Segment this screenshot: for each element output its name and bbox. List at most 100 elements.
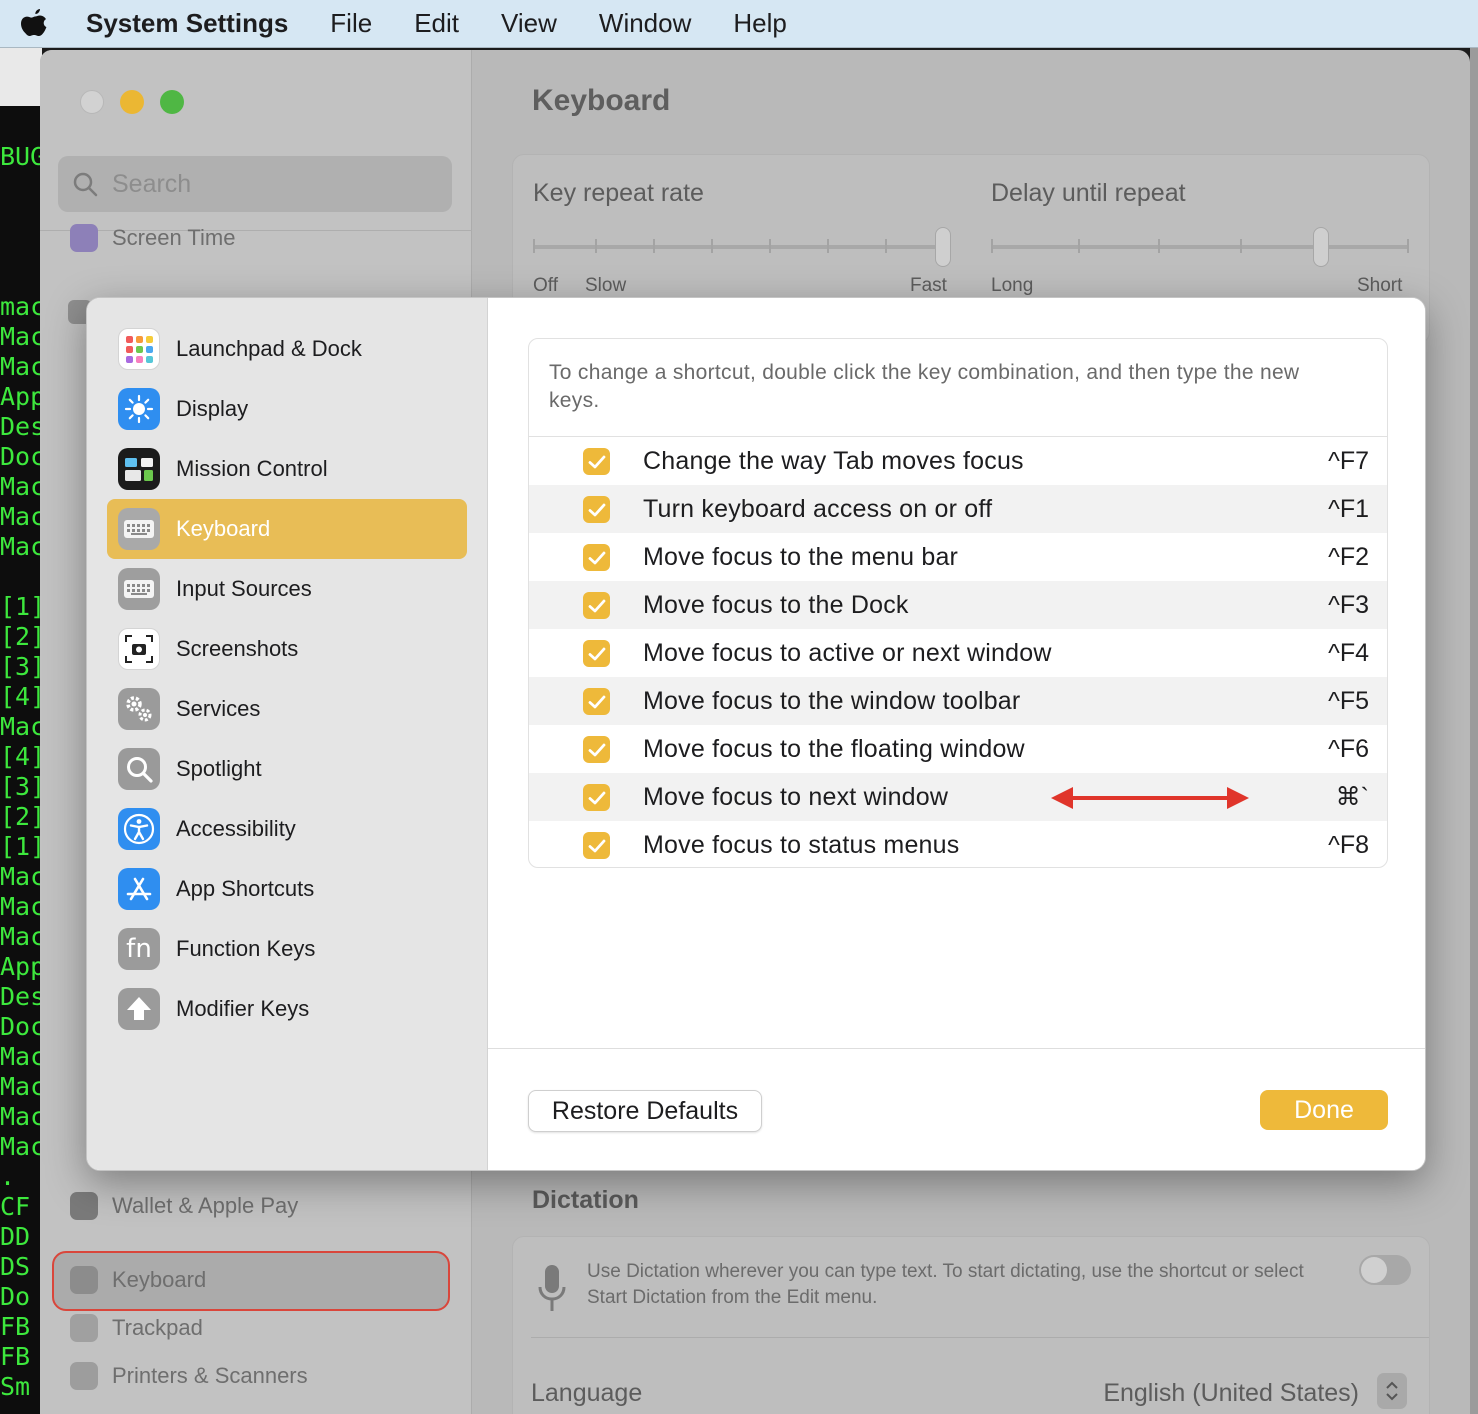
restore-defaults-button[interactable]: Restore Defaults (528, 1090, 762, 1132)
terminal-line: FB (0, 1312, 31, 1341)
terminal-line: Mac (0, 322, 42, 351)
shortcut-checkbox[interactable] (583, 784, 610, 811)
sidebar-item-keyboard[interactable]: Keyboard (70, 1266, 206, 1294)
close-button[interactable] (80, 90, 104, 114)
delay-repeat-slider-thumb[interactable] (1313, 227, 1329, 267)
shortcut-row[interactable]: Turn keyboard access on or off ^F1 (529, 485, 1387, 533)
checkmark-icon (588, 695, 605, 708)
app-shortcuts-icon (118, 868, 160, 910)
sidebar-item-label: Trackpad (112, 1315, 203, 1340)
shortcut-checkbox[interactable] (583, 496, 610, 523)
chevron-updown-icon[interactable] (1377, 1373, 1407, 1409)
checkmark-icon (588, 743, 605, 756)
shortcut-key-combination[interactable]: ^F3 (1328, 591, 1369, 620)
checkmark-icon (588, 839, 605, 852)
sidebar-item-mission-control[interactable]: Mission Control (107, 439, 467, 499)
shortcut-row[interactable]: Move focus to next window ⌘` (529, 773, 1387, 821)
shortcut-checkbox[interactable] (583, 832, 610, 859)
sidebar-item-display[interactable]: Display (107, 379, 467, 439)
key-repeat-off-label: Off (533, 275, 558, 296)
keyboard-icon (70, 1266, 98, 1294)
dictation-description: Use Dictation wherever you can type text… (587, 1261, 1304, 1308)
done-button[interactable]: Done (1260, 1090, 1388, 1130)
sidebar-item-printers[interactable]: Printers & Scanners (70, 1362, 308, 1390)
shortcut-checkbox[interactable] (583, 640, 610, 667)
sidebar-item-services[interactable]: Services (107, 679, 467, 739)
shortcut-checkbox[interactable] (583, 592, 610, 619)
delay-repeat-slider[interactable] (991, 245, 1409, 249)
shortcut-row[interactable]: Move focus to the floating window ^F6 (529, 725, 1387, 773)
shortcut-row[interactable]: Move focus to the menu bar ^F2 (529, 533, 1387, 581)
page-title: Keyboard (532, 84, 671, 117)
shortcut-key-combination[interactable]: ^F7 (1328, 447, 1369, 476)
shortcut-checkbox[interactable] (583, 448, 610, 475)
checkmark-icon (588, 647, 605, 660)
sidebar-item-label: Keyboard (112, 1267, 207, 1292)
sidebar-item-app-shortcuts[interactable]: App Shortcuts (107, 859, 467, 919)
sidebar-item-wallet[interactable]: Wallet & Apple Pay (70, 1192, 298, 1220)
shortcuts-sidebar: Launchpad & Dock Display Mission Control Ke… (87, 298, 488, 1170)
shortcut-key-combination[interactable]: ⌘` (1336, 782, 1369, 812)
sidebar-item-label: Accessibility (176, 816, 296, 841)
shortcut-key-combination[interactable]: ^F5 (1328, 687, 1369, 716)
sidebar-item-screenshots[interactable]: Screenshots (107, 619, 467, 679)
minimize-button[interactable] (120, 90, 144, 114)
shortcut-key-combination[interactable]: ^F4 (1328, 639, 1369, 668)
apple-menu-icon[interactable] (18, 7, 52, 41)
shortcut-label: Move focus to active or next window (643, 638, 1052, 667)
sidebar-item-label: Spotlight (176, 756, 262, 781)
sidebar-item-launchpad-dock[interactable]: Launchpad & Dock (107, 319, 467, 379)
hourglass-icon (70, 224, 98, 252)
language-value[interactable]: English (United States) (1103, 1379, 1359, 1408)
app-menu[interactable]: System Settings (86, 8, 288, 39)
terminal-line: Mac (0, 712, 42, 741)
shortcut-key-combination[interactable]: ^F8 (1328, 831, 1369, 860)
shortcut-key-combination[interactable]: ^F6 (1328, 735, 1369, 764)
search-placeholder: Search (112, 169, 192, 198)
key-repeat-slider-thumb[interactable] (935, 227, 951, 267)
help-menu[interactable]: Help (733, 8, 786, 39)
sidebar-item-modifier-keys[interactable]: Modifier Keys (107, 979, 467, 1039)
shortcut-checkbox[interactable] (583, 688, 610, 715)
shortcut-row[interactable]: Change the way Tab moves focus ^F7 (529, 437, 1387, 485)
screenshot-icon (118, 628, 160, 670)
terminal-line: [1] (0, 832, 42, 861)
key-repeat-fast-label: Fast (910, 275, 947, 296)
sidebar-item-label: Input Sources (176, 576, 312, 601)
sidebar-item-input-sources[interactable]: Input Sources (107, 559, 467, 619)
sidebar-item-function-keys[interactable]: fn Function Keys (107, 919, 467, 979)
window-menu[interactable]: Window (599, 8, 691, 39)
sidebar-item-keyboard[interactable]: Keyboard (107, 499, 467, 559)
language-label: Language (531, 1379, 643, 1407)
terminal-line: [3] (0, 652, 42, 681)
sidebar-item-accessibility[interactable]: Accessibility (107, 799, 467, 859)
modifier-keys-icon (118, 988, 160, 1030)
edit-menu[interactable]: Edit (414, 8, 459, 39)
mission-control-icon (118, 448, 160, 490)
terminal-titlebar (0, 48, 42, 106)
sidebar-item-spotlight[interactable]: Spotlight (107, 739, 467, 799)
view-menu[interactable]: View (501, 8, 557, 39)
shortcut-checkbox[interactable] (583, 736, 610, 763)
shortcut-row[interactable]: Move focus to active or next window ^F4 (529, 629, 1387, 677)
shortcut-row[interactable]: Move focus to status menus ^F8 (529, 821, 1387, 867)
shortcut-checkbox[interactable] (583, 544, 610, 571)
search-field[interactable]: Search (58, 156, 452, 212)
sidebar-item-trackpad[interactable]: Trackpad (70, 1314, 203, 1342)
shortcut-key-combination[interactable]: ^F2 (1328, 543, 1369, 572)
terminal-line: Doc (0, 1012, 42, 1041)
sidebar-item-screen-time[interactable]: Screen Time (70, 224, 236, 252)
dictation-toggle[interactable] (1359, 1255, 1411, 1285)
double-arrow-annotation-icon (1049, 785, 1251, 816)
terminal-line: Mac (0, 1072, 42, 1101)
terminal-line: Des (0, 982, 42, 1011)
checkmark-icon (588, 791, 605, 804)
shortcut-row[interactable]: Move focus to the window toolbar ^F5 (529, 677, 1387, 725)
zoom-button[interactable] (160, 90, 184, 114)
shortcut-row[interactable]: Move focus to the Dock ^F3 (529, 581, 1387, 629)
shortcut-key-combination[interactable]: ^F1 (1328, 495, 1369, 524)
terminal-line: DD (0, 1222, 31, 1251)
file-menu[interactable]: File (330, 8, 372, 39)
shortcut-label: Move focus to status menus (643, 830, 960, 859)
sidebar-item-label: Mission Control (176, 456, 328, 481)
